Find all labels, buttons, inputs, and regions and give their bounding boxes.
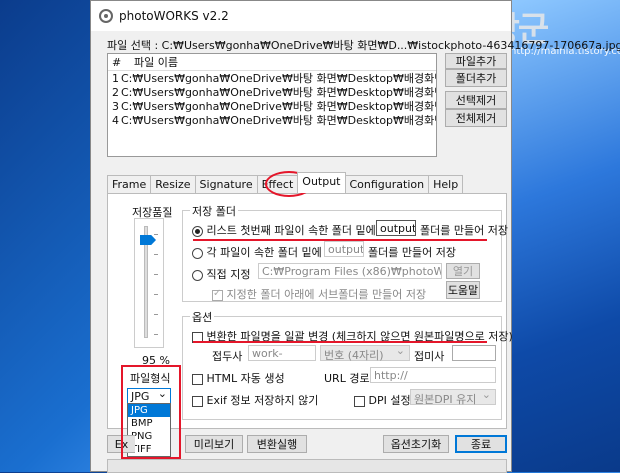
tab-signature[interactable]: Signature xyxy=(194,175,258,193)
dpi-checkbox[interactable] xyxy=(354,395,365,407)
annotation-format-box xyxy=(121,365,181,459)
save-opt2[interactable]: 각 파일이 속한 폴더 밑에 xyxy=(192,244,322,260)
window-title: photoWORKS v2.2 xyxy=(119,9,229,23)
dpi-combo[interactable]: 원본DPI 유지 xyxy=(410,388,496,406)
radio-each-file-folder[interactable] xyxy=(192,247,203,259)
add-folder-button[interactable]: 폴더추가 xyxy=(445,69,507,87)
dpi-label: DPI 설정 xyxy=(368,394,411,407)
tab-output[interactable]: Output xyxy=(297,172,346,193)
exif-option[interactable]: Exif 정보 저장하지 않기 xyxy=(192,392,318,408)
desktop-background xyxy=(512,0,620,472)
url-input[interactable]: http:// xyxy=(370,367,496,383)
progress-bar xyxy=(107,459,507,473)
row-number: 1 xyxy=(112,71,119,85)
save-opt1-suffix: 폴더를 만들어 저장 xyxy=(420,224,508,237)
file-list-header: # 파일 이름 xyxy=(108,54,436,71)
convert-button[interactable]: 변환실행 xyxy=(247,435,307,453)
title-bar[interactable]: photoWORKS v2.2 xyxy=(91,1,511,31)
slider-tick xyxy=(154,274,158,275)
row-number: 2 xyxy=(112,85,119,99)
list-item[interactable]: 2 C:₩Users₩gonha₩OneDrive₩바탕 화면₩Desktop₩배… xyxy=(108,85,436,100)
html-option[interactable]: HTML 자동 생성 xyxy=(192,370,285,386)
radio-custom-folder[interactable] xyxy=(192,269,203,281)
save-opt1-prefix: 리스트 첫번째 파일이 속한 폴더 밑에 xyxy=(206,224,376,237)
subfolder-label: 지정한 폴더 아래에 서브폴더를 만들어 저장 xyxy=(226,288,427,301)
tab-configuration[interactable]: Configuration xyxy=(344,175,430,193)
custom-path-input[interactable]: C:₩Program Files (x86)₩photoWORKS xyxy=(258,263,442,279)
save-opt3[interactable]: 직접 지정 xyxy=(192,266,250,282)
save-opt2-prefix: 각 파일이 속한 폴더 밑에 xyxy=(206,246,322,259)
reset-options-button[interactable]: 옵션초기화 xyxy=(383,435,449,453)
slider-tick xyxy=(154,334,158,335)
save-opt3-label: 직접 지정 xyxy=(206,268,251,281)
number-format-combo[interactable]: 번호 (4자리) xyxy=(320,344,410,362)
opt1-folder-input[interactable]: output xyxy=(376,220,416,236)
tab-resize[interactable]: Resize xyxy=(150,175,196,193)
subfolder-checkbox[interactable] xyxy=(212,288,223,301)
exif-label: Exif 정보 저장하지 않기 xyxy=(206,394,319,407)
slider-tick xyxy=(154,314,158,315)
row-number: 3 xyxy=(112,99,119,113)
slider-tick xyxy=(154,294,158,295)
list-item[interactable]: 4 C:₩Users₩gonha₩OneDrive₩바탕 화면₩Desktop₩배… xyxy=(108,113,436,128)
row-path: C:₩Users₩gonha₩OneDrive₩바탕 화면₩Desktop₩배경… xyxy=(121,114,436,127)
save-opt1[interactable]: 리스트 첫번째 파일이 속한 폴더 밑에 xyxy=(192,222,376,238)
file-select-label: 파일 선택 : C:₩Users₩gonha₩OneDrive₩바탕 화면₩D.… xyxy=(107,39,620,52)
save-opt2-suffix: 폴더를 만들어 저장 xyxy=(368,246,456,259)
close-button[interactable]: 종료 xyxy=(455,435,507,453)
slider-tick xyxy=(154,234,158,235)
row-number: 4 xyxy=(112,113,119,127)
list-item[interactable]: 3 C:₩Users₩gonha₩OneDrive₩바탕 화면₩Desktop₩배… xyxy=(108,99,436,114)
html-checkbox[interactable] xyxy=(192,373,203,385)
app-window: photoWORKS v2.2 파일 선택 : C:₩Users₩gonha₩O… xyxy=(90,0,620,473)
file-list[interactable]: # 파일 이름 1 C:₩Users₩gonha₩OneDrive₩바탕 화면₩D… xyxy=(107,53,437,157)
remove-all-button[interactable]: 전체제거 xyxy=(445,109,507,127)
slider-tick xyxy=(154,254,158,255)
dpi-option[interactable]: DPI 설정 xyxy=(354,392,411,408)
open-folder-button[interactable]: 열기 xyxy=(446,263,480,279)
opt2-folder-input[interactable]: output xyxy=(324,241,364,257)
col-number[interactable]: # xyxy=(108,56,132,69)
help-button[interactable]: 도움말 xyxy=(446,281,480,299)
options-title: 옵션 xyxy=(190,309,215,325)
radio-first-file-folder[interactable] xyxy=(192,225,203,237)
save-folder-title: 저장 폴더 xyxy=(190,203,238,219)
list-item[interactable]: 1 C:₩Users₩gonha₩OneDrive₩바탕 화면₩Desktop₩배… xyxy=(108,71,436,86)
tab-frame[interactable]: Frame xyxy=(107,175,152,193)
subfolder-option[interactable]: 지정한 폴더 아래에 서브폴더를 만들어 저장 xyxy=(212,286,426,302)
tab-help[interactable]: Help xyxy=(428,175,464,193)
suffix-input[interactable] xyxy=(452,345,496,361)
html-label: HTML 자동 생성 xyxy=(206,372,285,385)
suffix-label: 접미사 xyxy=(414,350,445,363)
exif-checkbox[interactable] xyxy=(192,395,203,407)
prefix-input[interactable]: work- xyxy=(248,345,316,361)
annotation-underline-save xyxy=(193,239,487,241)
url-label: URL 경로 xyxy=(324,372,370,385)
add-file-button[interactable]: 파일추가 xyxy=(445,53,507,69)
prefix-label: 접두사 xyxy=(212,350,243,363)
col-filename[interactable]: 파일 이름 xyxy=(132,54,178,70)
annotation-underline-rename xyxy=(193,341,487,343)
preview-button[interactable]: 미리보기 xyxy=(185,435,243,453)
remove-selected-button[interactable]: 선택제거 xyxy=(445,91,507,109)
camera-icon xyxy=(99,9,113,23)
